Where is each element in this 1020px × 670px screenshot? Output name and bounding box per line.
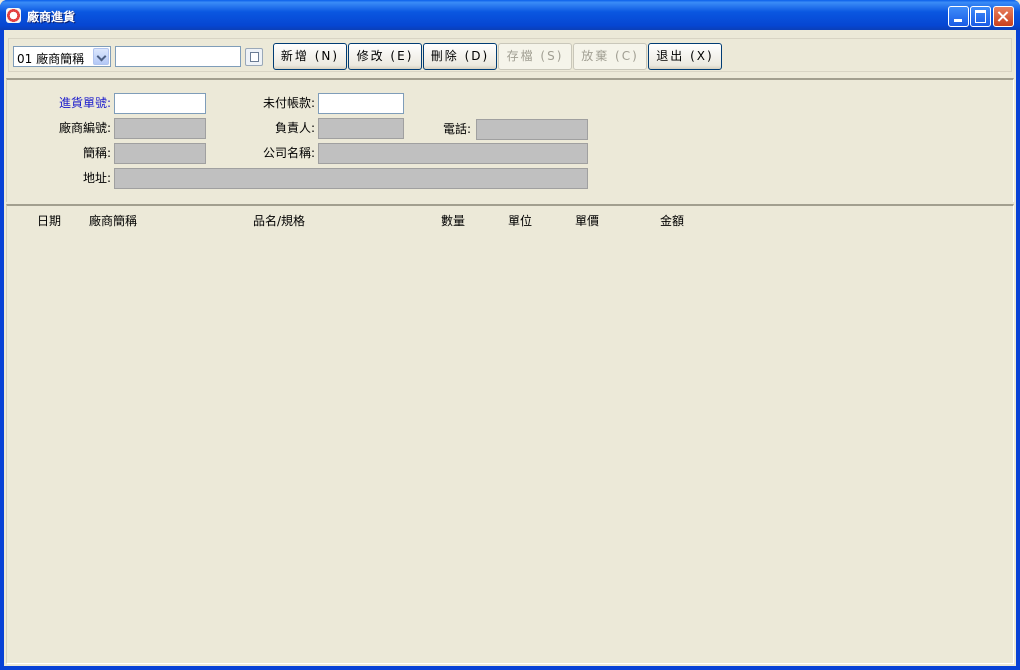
phone-label: 電話: [442, 122, 471, 136]
address-label: 地址: [82, 171, 111, 185]
purchase-no-field[interactable] [114, 93, 206, 114]
column-header-unit[interactable]: 單位 [508, 212, 532, 229]
address-field [114, 168, 588, 189]
close-button[interactable] [993, 6, 1014, 27]
phone-field [476, 119, 588, 140]
client-area: 01 廠商簡稱 新增 (N) 修改 (E) 刪除 (D) 存檔 (S) 放棄 (… [4, 30, 1016, 666]
window-title: 廠商進貨 [27, 10, 76, 24]
chevron-down-icon[interactable] [93, 48, 109, 65]
purchase-no-label: 進貨單號: [58, 96, 111, 110]
short-name-field [114, 143, 206, 164]
column-header-amount[interactable]: 金額 [660, 212, 684, 229]
company-name-field [318, 143, 588, 164]
delete-button[interactable]: 刪除 (D) [423, 43, 497, 70]
person-in-charge-label: 負責人: [274, 121, 315, 135]
title-bar[interactable]: 廠商進貨 [0, 0, 1020, 30]
column-header-unit-price[interactable]: 單價 [575, 212, 599, 229]
app-window: 廠商進貨 01 廠商簡稱 新增 (N) 修改 (E) 刪除 (D) 存檔 (S)… [0, 0, 1020, 670]
maximize-button[interactable] [970, 6, 991, 27]
search-field-select[interactable]: 01 廠商簡稱 [13, 46, 111, 67]
header-form: 進貨單號: 未付帳款: 廠商編號: 負責人: 電話: 簡稱: 公司名稱: 地址: [6, 78, 1014, 202]
unpaid-field[interactable] [318, 93, 404, 114]
app-icon [6, 8, 21, 23]
save-button[interactable]: 存檔 (S) [498, 43, 572, 70]
vendor-no-field [114, 118, 206, 139]
column-header-date[interactable]: 日期 [37, 212, 61, 229]
person-in-charge-field [318, 118, 404, 139]
edit-button[interactable]: 修改 (E) [348, 43, 422, 70]
minimize-button[interactable] [948, 6, 969, 27]
items-table[interactable]: 日期 廠商簡稱 品名/規格 數量 單位 單價 金額 [6, 204, 1014, 664]
column-header-product-spec[interactable]: 品名/規格 [253, 212, 305, 229]
unpaid-label: 未付帳款: [262, 96, 315, 110]
company-name-label: 公司名稱: [262, 146, 315, 160]
vendor-no-label: 廠商編號: [58, 121, 111, 135]
exit-button[interactable]: 退出 (X) [648, 43, 722, 70]
add-button[interactable]: 新增 (N) [273, 43, 347, 70]
search-field-select-value: 01 廠商簡稱 [17, 52, 85, 66]
lookup-icon[interactable] [245, 48, 263, 66]
short-name-label: 簡稱: [82, 146, 111, 160]
column-header-quantity[interactable]: 數量 [441, 212, 465, 229]
column-header-vendor-short-name[interactable]: 廠商簡稱 [89, 212, 137, 229]
search-input[interactable] [115, 46, 241, 67]
cancel-button[interactable]: 放棄 (C) [573, 43, 647, 70]
toolbar: 01 廠商簡稱 新增 (N) 修改 (E) 刪除 (D) 存檔 (S) 放棄 (… [8, 38, 1012, 72]
